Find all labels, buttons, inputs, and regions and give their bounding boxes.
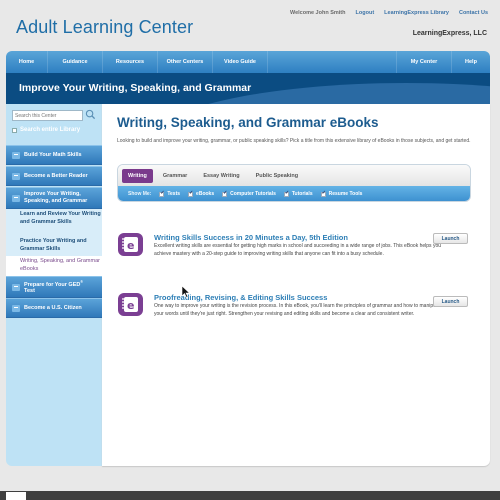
category-panel: Writing Grammar Essay Writing Public Spe…: [117, 164, 471, 202]
sidebar-section-label: Improve Your Writing, Speaking, and Gram…: [24, 191, 88, 204]
sidebar-subitem-learn-review[interactable]: Learn and Review Your Writing and Gramma…: [6, 209, 102, 236]
list-item: e Writing Skills Success in 20 Minutes a…: [117, 232, 477, 272]
nav-resources[interactable]: Resources: [103, 51, 158, 73]
search-library-label: Search entire Library: [20, 127, 81, 133]
checkbox-checked[interactable]: [320, 190, 326, 197]
ebook-description: Excellent writing skills are essential f…: [154, 243, 442, 257]
filter-ebooks[interactable]: eBooks: [188, 190, 215, 197]
ebook-title-link[interactable]: Writing Skills Success in 20 Minutes a D…: [154, 233, 348, 242]
nav-my-center[interactable]: My Center: [396, 51, 452, 73]
checkbox-checked[interactable]: [188, 190, 193, 197]
tab-essay-writing[interactable]: Essay Writing: [197, 169, 245, 183]
taskbar: [0, 491, 500, 500]
filter-row: Show Me: Tests eBooks Computer Tutorials…: [118, 186, 470, 201]
category-tabs: Writing Grammar Essay Writing Public Spe…: [118, 165, 470, 186]
main-nav: Home Guidance Resources Other Centers Vi…: [6, 51, 490, 73]
library-link[interactable]: LearningExpress Library: [384, 10, 449, 16]
taskbar-thumbnail[interactable]: [6, 492, 26, 500]
search-icon[interactable]: [85, 109, 96, 120]
nav-home[interactable]: Home: [6, 51, 48, 73]
scrollbar[interactable]: [490, 104, 500, 466]
filter-tests[interactable]: Tests: [159, 190, 181, 197]
expand-icon: [12, 304, 20, 312]
expand-icon: [12, 151, 20, 159]
company-name: LearningExpress, LLC: [412, 30, 487, 37]
site-title: Adult Learning Center: [16, 17, 194, 37]
tab-grammar[interactable]: Grammar: [157, 169, 193, 183]
mouse-cursor-icon: [182, 286, 190, 298]
sidebar-section-ged[interactable]: Prepare for Your GED® Test: [6, 276, 102, 298]
banner-title: Improve Your Writing, Speaking, and Gram…: [19, 82, 252, 94]
page-banner: Improve Your Writing, Speaking, and Gram…: [6, 73, 490, 104]
search-input[interactable]: [12, 110, 83, 121]
ebook-title-link[interactable]: Proofreading, Revising, & Editing Skills…: [154, 293, 327, 302]
ged-label: Prepare for Your GED: [24, 281, 81, 288]
tab-public-speaking[interactable]: Public Speaking: [250, 169, 304, 183]
svg-text:e: e: [127, 299, 134, 312]
sidebar-section-label: Become a U.S. Citizen: [24, 304, 82, 311]
svg-text:e: e: [127, 239, 134, 252]
sidebar-section-writing[interactable]: Improve Your Writing, Speaking, and Gram…: [6, 187, 102, 209]
filter-label: Show Me:: [128, 191, 152, 197]
logout-link[interactable]: Logout: [356, 10, 375, 16]
ebook-icon: e: [118, 233, 143, 256]
filter-label-text: Computer Tutorials: [230, 191, 276, 197]
nav-help[interactable]: Help: [452, 51, 490, 73]
top-links: Welcome John Smith Logout LearningExpres…: [290, 10, 488, 16]
expand-icon: [12, 283, 20, 291]
search-library-option[interactable]: Search entire Library: [12, 127, 80, 133]
expand-icon: [12, 172, 20, 180]
intro-text: Looking to build and improve your writin…: [117, 138, 471, 144]
sidebar-subitem-ebooks[interactable]: Writing, Speaking, and Grammar eBooks: [6, 256, 102, 276]
registered-mark: ®: [80, 279, 83, 284]
sidebar-section-citizen[interactable]: Become a U.S. Citizen: [6, 298, 102, 318]
nav-other-centers[interactable]: Other Centers: [158, 51, 213, 73]
filter-computer-tutorials[interactable]: Computer Tutorials: [222, 190, 276, 197]
search-library-checkbox[interactable]: [12, 127, 17, 133]
nav-guidance[interactable]: Guidance: [48, 51, 103, 73]
filter-label-text: eBooks: [196, 191, 215, 197]
sidebar-section-label: Prepare for Your GED® Test: [24, 279, 92, 296]
ged-label-tail: Test: [24, 288, 35, 295]
welcome-text: Welcome John Smith: [289, 10, 346, 16]
page-title: Writing, Speaking, and Grammar eBooks: [117, 115, 379, 130]
ebook-description: One way to improve your writing is the r…: [154, 303, 444, 317]
list-item: e Proofreading, Revising, & Editing Skil…: [117, 292, 477, 332]
checkbox-checked[interactable]: [159, 190, 165, 197]
filter-label-text: Tutorials: [291, 191, 313, 197]
sidebar-section-label: Become a Better Reader: [24, 172, 88, 179]
sidebar-section-math[interactable]: Build Your Math Skills: [6, 145, 102, 165]
filter-tutorials[interactable]: Tutorials: [283, 190, 313, 197]
checkbox-checked[interactable]: [222, 190, 227, 197]
contact-link[interactable]: Contact Us: [459, 10, 488, 16]
filter-label-text: Tests: [167, 191, 181, 197]
sidebar-subitem-practice[interactable]: Practice Your Writing and Grammar Skills: [6, 236, 102, 256]
tab-writing[interactable]: Writing: [122, 168, 153, 183]
ebook-icon: e: [118, 293, 143, 316]
filter-resume-tools[interactable]: Resume Tools: [320, 190, 363, 197]
content-area: [102, 104, 490, 466]
launch-button[interactable]: Launch: [433, 233, 468, 244]
filter-label-text: Resume Tools: [328, 191, 363, 197]
sidebar-section-reader[interactable]: Become a Better Reader: [6, 166, 102, 186]
checkbox-checked[interactable]: [283, 190, 289, 197]
collapse-icon: [12, 194, 20, 202]
launch-button[interactable]: Launch: [433, 296, 468, 307]
nav-video-guide[interactable]: Video Guide: [213, 51, 268, 73]
sidebar-section-label: Build Your Math Skills: [24, 151, 82, 158]
